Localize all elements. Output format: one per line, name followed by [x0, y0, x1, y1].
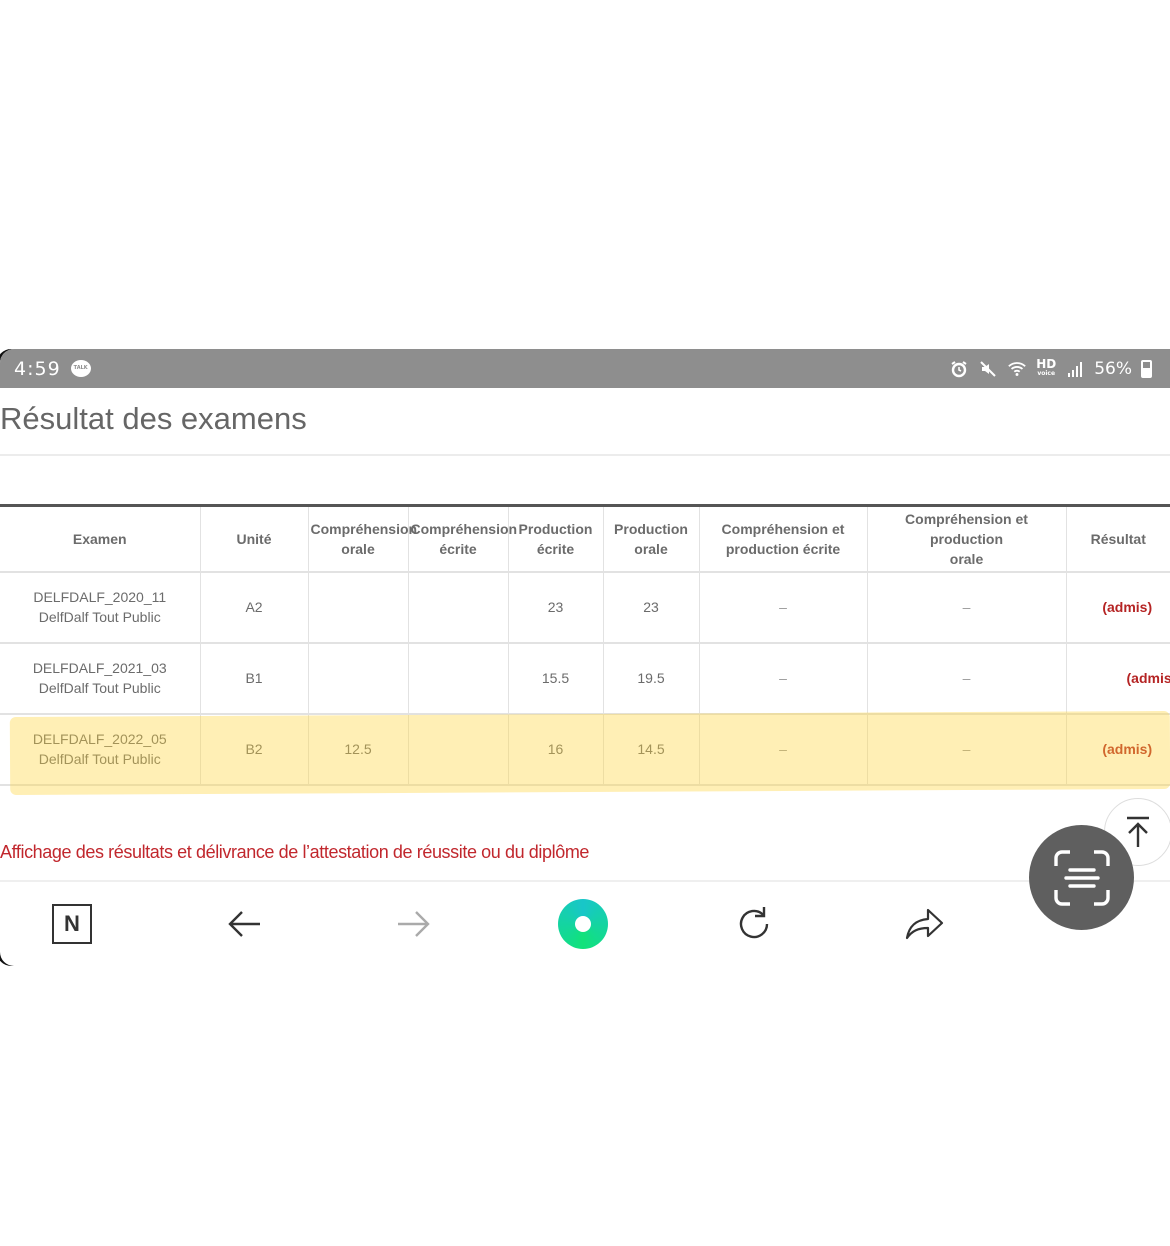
header-label-line1: Production	[614, 520, 688, 537]
header-label-line2: orale	[949, 550, 984, 567]
arrow-left-icon	[228, 911, 260, 937]
exam-code: DELFDALF_2021_03	[32, 660, 167, 676]
header-comprehension-production-orale: Compréhension et production orale	[867, 505, 1067, 573]
header-label-line1: Production	[518, 520, 593, 537]
header-comprehension-production-ecrite: Compréhension et production écrite	[699, 505, 868, 573]
exam-type: DelfDalf Tout Public	[38, 609, 161, 625]
unit-cell: B1	[200, 642, 309, 715]
prod-orale-cell: 19.5	[603, 642, 700, 715]
alarm-icon	[949, 359, 969, 379]
status-icons: HD voice 56%	[949, 358, 1152, 379]
header-label-line2: écrite	[536, 540, 575, 557]
header-label-line2: production écrite	[725, 540, 841, 557]
prod-orale-cell: 14.5	[603, 713, 700, 786]
battery-percent: 56%	[1094, 358, 1132, 379]
header-label-line1: Compréhension	[310, 520, 418, 537]
comp-orale-cell: 12.5	[308, 713, 409, 786]
comp-prod-ecrite-cell: –	[699, 642, 868, 715]
header-resultat: Résultat	[1066, 505, 1170, 573]
exam-type: DelfDalf Tout Public	[38, 680, 161, 696]
exam-cell: DELFDALF_2021_03 DelfDalf Tout Public	[0, 642, 201, 715]
result-cell: (admis)	[1066, 642, 1170, 715]
exam-code: DELFDALF_2022_05	[32, 731, 167, 747]
status-bar: 4:59 HD voice 56%	[0, 349, 1170, 388]
scan-text-icon	[1053, 849, 1110, 906]
header-comprehension-ecrite: Compréhension écrite	[408, 505, 517, 573]
comp-orale-cell	[308, 571, 409, 644]
table-row: DELFDALF_2020_11 DelfDalf Tout Public A2 …	[0, 571, 1170, 644]
comp-prod-ecrite-cell: –	[699, 571, 868, 644]
header-label-line2: orale	[341, 540, 375, 557]
prod-orale-cell: 23	[603, 571, 700, 644]
result-cell: (admis)	[1066, 571, 1170, 644]
header-label-line1: Compréhension et	[721, 520, 845, 537]
header-production-ecrite: Production écrite	[508, 505, 604, 573]
naver-home-button[interactable]: N	[52, 904, 92, 944]
status-time: 4:59	[14, 357, 61, 380]
comp-prod-orale-cell: –	[867, 713, 1067, 786]
phone-screen: 4:59 HD voice 56% Résultat des examens	[0, 349, 1170, 966]
prod-ecrite-cell: 16	[508, 713, 604, 786]
refresh-icon	[739, 907, 769, 939]
refresh-button[interactable]	[732, 902, 776, 946]
share-arrow-icon	[905, 908, 944, 940]
wifi-icon	[1007, 359, 1027, 379]
table-row: DELFDALF_2022_05 DelfDalf Tout Public B2 …	[0, 713, 1170, 786]
comp-ecrite-cell	[408, 571, 509, 644]
prod-ecrite-cell: 15.5	[508, 642, 604, 715]
header-resultat-label: Résultat	[1090, 530, 1146, 547]
forward-button[interactable]	[392, 902, 436, 946]
comp-prod-ecrite-cell: –	[699, 713, 868, 786]
text-scan-button[interactable]	[1029, 825, 1134, 930]
results-table: Examen Unité Compréhension orale Compréhe…	[0, 504, 1170, 786]
signal-icon	[1065, 359, 1085, 379]
exam-code: DELFDALF_2020_11	[33, 589, 167, 605]
browser-bottom-bar: N	[0, 882, 1170, 966]
hd-voice-indicator: HD voice	[1036, 358, 1056, 379]
mute-icon	[978, 359, 998, 379]
header-comprehension-orale: Compréhension orale	[308, 505, 417, 573]
exam-type: DelfDalf Tout Public	[38, 751, 161, 767]
header-production-orale: Production orale	[603, 505, 700, 573]
arrow-right-icon	[398, 911, 430, 937]
exam-cell: DELFDALF_2020_11 DelfDalf Tout Public	[0, 571, 201, 644]
comp-ecrite-cell	[408, 642, 509, 715]
header-unite-label: Unité	[236, 530, 272, 547]
comp-prod-orale-cell: –	[867, 642, 1067, 715]
hd-sub-label: voice	[1037, 369, 1056, 377]
header-label-line2: orale	[634, 540, 668, 557]
table-row: DELFDALF_2021_03 DelfDalf Tout Public B1 …	[0, 642, 1170, 715]
comp-prod-orale-cell: –	[867, 571, 1067, 644]
header-examen-label: Examen	[72, 530, 127, 547]
unit-cell: B2	[200, 713, 309, 786]
kakaotalk-notification-icon	[70, 360, 91, 377]
exam-cell: DELFDALF_2022_05 DelfDalf Tout Public	[0, 713, 201, 786]
prod-ecrite-cell: 23	[508, 571, 604, 644]
unit-cell: A2	[200, 571, 309, 644]
battery-icon	[1141, 359, 1152, 378]
header-label-line2: écrite	[439, 540, 477, 557]
header-examen: Examen	[0, 505, 201, 573]
header-label-line1: Compréhension et production	[905, 510, 1028, 547]
arrow-up-to-line-icon	[1127, 816, 1149, 847]
comp-orale-cell	[308, 642, 409, 715]
comp-ecrite-cell	[408, 713, 509, 786]
table-header-row: Examen Unité Compréhension orale Compréhe…	[0, 505, 1170, 573]
green-dot-button[interactable]	[558, 899, 608, 949]
page-title: Résultat des examens	[0, 401, 307, 436]
result-cell: (admis)	[1066, 713, 1170, 786]
results-info-link[interactable]: Affichage des résultats et délivrance de…	[0, 842, 589, 863]
header-label-line1: Compréhension	[410, 520, 518, 537]
title-divider	[0, 454, 1170, 456]
header-unite: Unité	[200, 505, 309, 573]
share-button[interactable]	[903, 902, 947, 946]
back-button[interactable]	[222, 902, 266, 946]
